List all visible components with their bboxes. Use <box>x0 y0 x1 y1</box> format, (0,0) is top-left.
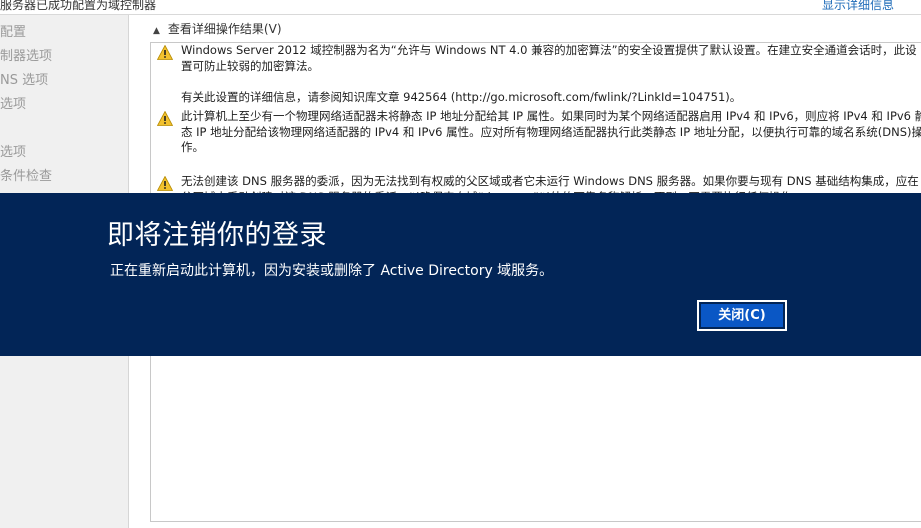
warning-text: Windows Server 2012 域控制器为名为“允许与 Windows … <box>181 43 917 73</box>
warning-icon <box>157 176 173 191</box>
top-bar: 服务器已成功配置为域控制器 显示详细信息 <box>0 0 921 15</box>
warning-icon <box>157 45 173 60</box>
show-details-link[interactable]: 显示详细信息 <box>822 0 894 13</box>
info-text: 有关此设置的详细信息，请参阅知识库文章 942564 (http://go.mi… <box>181 90 742 104</box>
chevron-up-icon: ▲ <box>153 26 160 36</box>
sidebar-item-dns-options[interactable]: NS 选项 <box>0 69 48 88</box>
sidebar-item-config[interactable]: 配置 <box>0 21 26 40</box>
sidebar-item-review-options[interactable]: 选项 <box>0 141 26 160</box>
close-button-label: 关闭(C) <box>701 304 783 327</box>
sidebar-item-prereq-check[interactable]: 条件检查 <box>0 165 52 184</box>
warning-text: 此计算机上至少有一个物理网络适配器未将静态 IP 地址分配给其 IP 属性。如果… <box>181 109 921 154</box>
notification-title: 即将注销你的登录 <box>107 220 327 251</box>
warning-icon <box>157 111 173 126</box>
status-text: 服务器已成功配置为域控制器 <box>0 0 157 12</box>
sidebar-item-other-options[interactable]: 选项 <box>0 93 26 112</box>
view-details-expander[interactable]: ▲ 查看详细操作结果(V) <box>153 20 282 37</box>
warning-item: Windows Server 2012 域控制器为名为“允许与 Windows … <box>157 43 921 74</box>
notification-message: 正在重新启动此计算机，因为安装或删除了 Active Directory 域服务… <box>110 263 554 279</box>
expander-label: 查看详细操作结果(V) <box>167 22 282 36</box>
close-button[interactable]: 关闭(C) <box>697 300 787 331</box>
sidebar-item-dc-options[interactable]: 制器选项 <box>0 45 52 64</box>
info-item: 有关此设置的详细信息，请参阅知识库文章 942564 (http://go.mi… <box>157 90 921 106</box>
signout-notification: 即将注销你的登录 正在重新启动此计算机，因为安装或删除了 Active Dire… <box>0 193 921 356</box>
warning-item: 此计算机上至少有一个物理网络适配器未将静态 IP 地址分配给其 IP 属性。如果… <box>157 109 921 156</box>
